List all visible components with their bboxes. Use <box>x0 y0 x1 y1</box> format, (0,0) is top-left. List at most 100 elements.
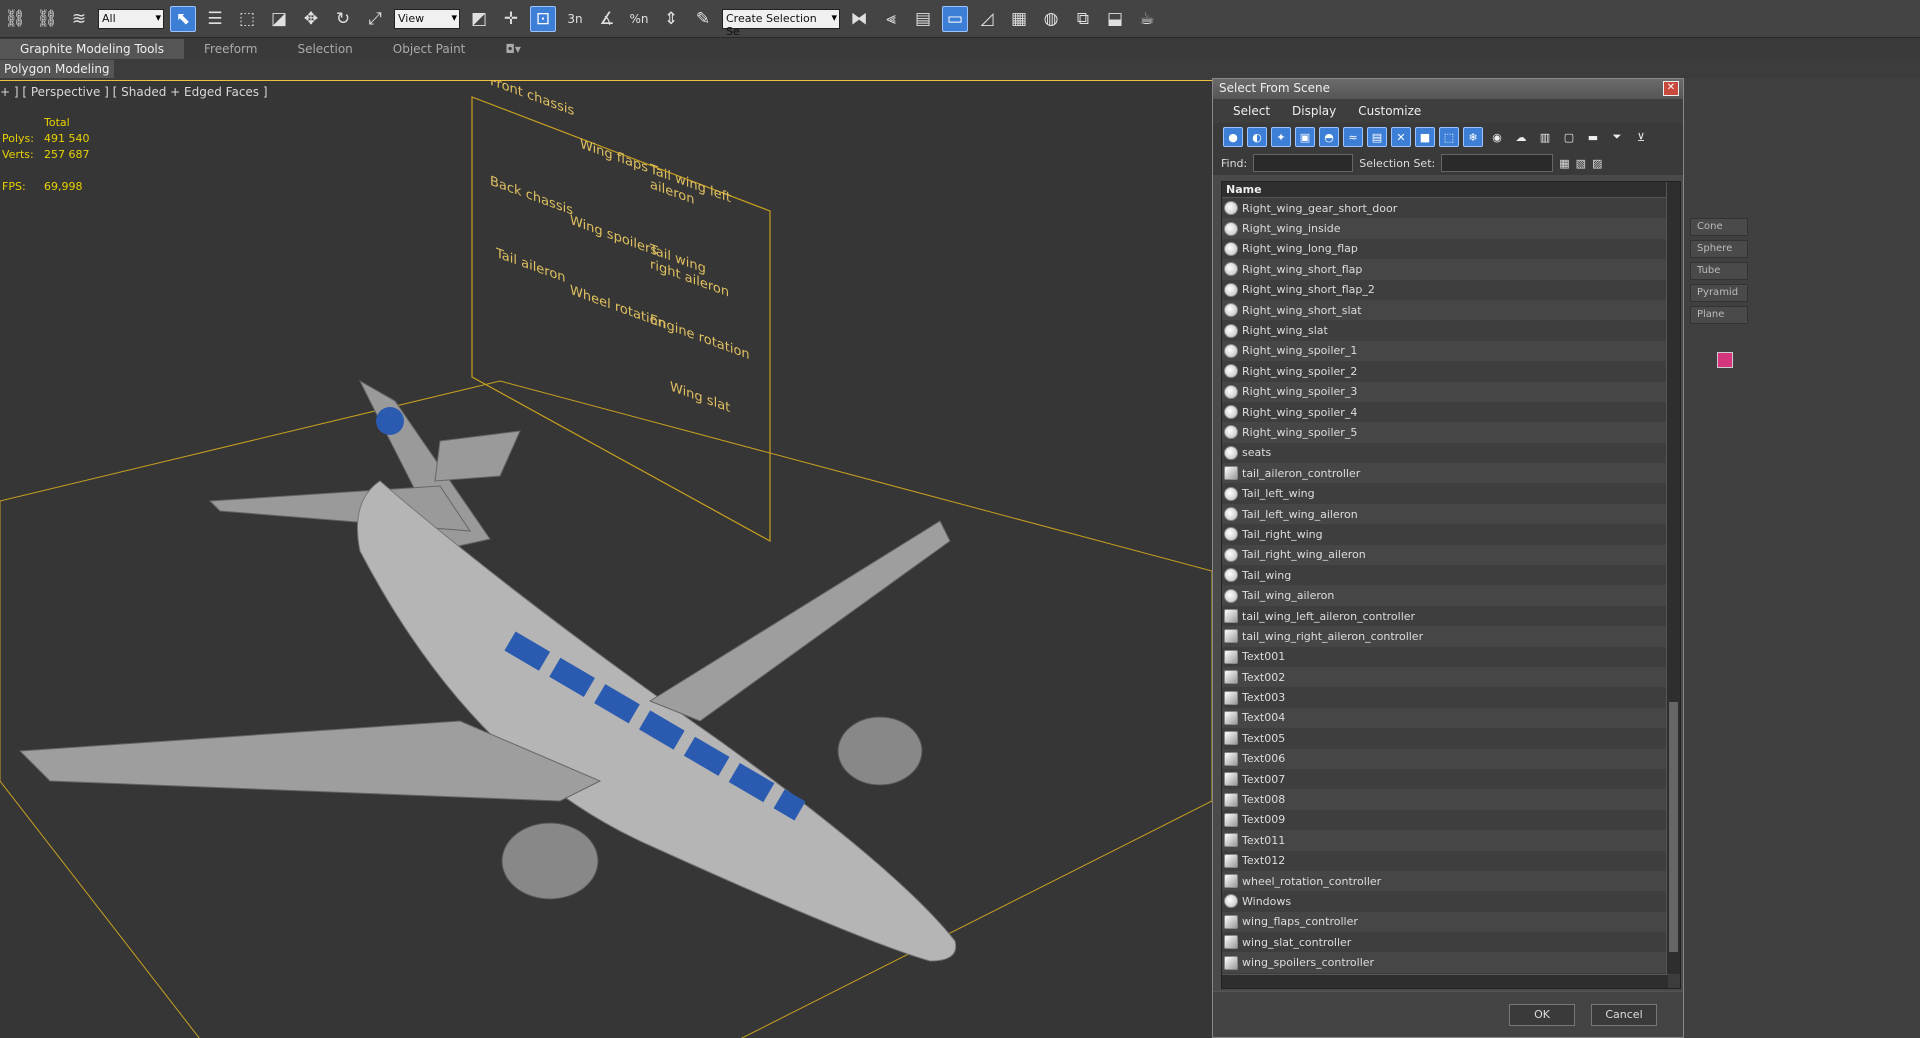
list-item[interactable]: Right_wing_short_flap_2 <box>1222 279 1680 300</box>
angle-snap-icon[interactable]: ∡ <box>594 6 620 32</box>
dialog-title-bar[interactable]: Select From Scene ✕ <box>1213 79 1683 99</box>
ribbon-options-icon[interactable]: ◘▾ <box>485 39 541 59</box>
rotate-icon[interactable]: ↻ <box>330 6 356 32</box>
display-none-icon[interactable]: ▥ <box>1535 127 1555 147</box>
percent-snap-icon[interactable]: %n <box>626 6 652 32</box>
material-editor-icon[interactable]: ◍ <box>1038 6 1064 32</box>
list-item[interactable]: Text012 <box>1222 850 1680 871</box>
create-tube-button[interactable]: Tube <box>1690 262 1748 280</box>
render-production-icon[interactable]: ☕ <box>1134 6 1160 32</box>
graphite-toggle-icon[interactable]: ▭ <box>942 5 968 32</box>
display-all-icon[interactable]: ☁ <box>1511 127 1531 147</box>
display-geometry-icon[interactable]: ● <box>1223 127 1243 147</box>
horizontal-scrollbar[interactable] <box>1222 974 1668 988</box>
move-icon[interactable]: ✥ <box>298 6 324 32</box>
list-item[interactable]: Text005 <box>1222 728 1680 749</box>
display-cameras-icon[interactable]: ▣ <box>1295 127 1315 147</box>
list-item[interactable]: Windows <box>1222 891 1680 912</box>
select-object-icon[interactable]: ⬉ <box>170 5 196 32</box>
rectangular-selection-icon[interactable]: ⬚ <box>234 6 260 32</box>
list-item[interactable]: wing_flaps_controller <box>1222 911 1680 933</box>
tab-graphite-modeling-tools[interactable]: Graphite Modeling Tools <box>0 39 185 59</box>
create-pyramid-button[interactable]: Pyramid <box>1690 284 1748 302</box>
window-crossing-icon[interactable]: ◪ <box>266 6 292 32</box>
display-helpers-icon[interactable]: ◓ <box>1319 127 1339 147</box>
selection-set-select[interactable] <box>1441 154 1554 172</box>
layer-manager-icon[interactable]: ▤ <box>910 6 936 32</box>
tab-freeform[interactable]: Freeform <box>184 39 277 59</box>
create-plane-button[interactable]: Plane <box>1690 306 1748 324</box>
mirror-icon[interactable]: ⧓ <box>846 6 872 32</box>
display-spacewarps-icon[interactable]: ≈ <box>1343 127 1363 147</box>
align-icon[interactable]: ⫷ <box>878 6 904 32</box>
list-item[interactable]: Right_wing_spoiler_4 <box>1222 401 1680 423</box>
selection-filter-select[interactable]: All <box>98 8 164 29</box>
unlink-icon[interactable]: ⛓ <box>34 6 60 32</box>
list-item[interactable]: Tail_right_wing <box>1222 524 1680 545</box>
selection-set-edit-icon[interactable]: ▨ <box>1592 157 1602 170</box>
list-item[interactable]: Text001 <box>1222 646 1680 667</box>
list-item[interactable]: Right_wing_slat <box>1222 320 1680 341</box>
find-input[interactable] <box>1253 154 1354 172</box>
list-item[interactable]: Right_wing_inside <box>1222 218 1680 239</box>
cancel-button[interactable]: Cancel <box>1591 1004 1657 1026</box>
list-item[interactable]: Tail_wing_aileron <box>1222 585 1680 606</box>
link-icon[interactable]: ⛓ <box>2 6 28 32</box>
list-item[interactable]: Right_wing_gear_short_door <box>1222 198 1680 219</box>
tab-object-paint[interactable]: Object Paint <box>373 39 486 59</box>
object-color-swatch[interactable] <box>1717 352 1733 368</box>
scrollbar-thumb[interactable] <box>1669 702 1678 952</box>
perspective-viewport[interactable]: Front chassis Wing flaps Tail wing left … <box>0 80 1212 1038</box>
viewport-label[interactable]: + ] [ Perspective ] [ Shaded + Edged Fac… <box>0 85 268 99</box>
list-item[interactable]: Right_wing_short_flap <box>1222 259 1680 280</box>
close-icon[interactable]: ✕ <box>1663 81 1679 96</box>
list-item[interactable]: Right_wing_spoiler_3 <box>1222 381 1680 402</box>
list-item[interactable]: Text008 <box>1222 789 1680 810</box>
selection-set-add-icon[interactable]: ▦ <box>1559 157 1569 170</box>
list-item[interactable]: Text003 <box>1222 687 1680 708</box>
scene-object-list[interactable]: Name Right_wing_gear_short_door Right_win… <box>1221 181 1681 989</box>
create-sphere-button[interactable]: Sphere <box>1690 240 1748 258</box>
menu-select[interactable]: Select <box>1233 104 1270 118</box>
tab-selection[interactable]: Selection <box>277 39 372 59</box>
render-setup-icon[interactable]: ⧉ <box>1070 6 1096 32</box>
display-frozen-icon[interactable]: ❄ <box>1463 127 1483 147</box>
list-item[interactable]: Right_wing_spoiler_1 <box>1222 340 1680 362</box>
selection-set-remove-icon[interactable]: ▧ <box>1576 157 1586 170</box>
select-manipulate-icon[interactable]: ✛ <box>498 6 524 32</box>
curve-editor-icon[interactable]: ◿ <box>974 6 1000 32</box>
display-shapes-icon[interactable]: ◐ <box>1247 127 1267 147</box>
list-item[interactable]: Text006 <box>1222 748 1680 769</box>
menu-display[interactable]: Display <box>1292 104 1336 118</box>
list-item[interactable]: Tail_left_wing_aileron <box>1222 503 1680 525</box>
list-item[interactable]: Tail_wing <box>1222 565 1680 586</box>
reference-coordinate-select[interactable]: View <box>394 8 460 29</box>
list-item[interactable]: Right_wing_long_flap <box>1222 238 1680 260</box>
list-item[interactable]: wheel_rotation_controller <box>1222 870 1680 892</box>
vertical-scrollbar[interactable] <box>1666 182 1680 974</box>
ok-button[interactable]: OK <box>1509 1004 1575 1026</box>
display-groups-icon[interactable]: ▤ <box>1367 127 1387 147</box>
list-item[interactable]: tail_wing_left_aileron_controller <box>1222 605 1680 627</box>
list-item[interactable]: Right_wing_spoiler_2 <box>1222 361 1680 382</box>
list-item[interactable]: Right_wing_short_slat <box>1222 299 1680 321</box>
scale-icon[interactable]: ⤢ <box>362 6 388 32</box>
list-item[interactable]: tail_wing_right_aileron_controller <box>1222 626 1680 647</box>
list-item[interactable]: wing_slat_controller <box>1222 932 1680 953</box>
filter-options-icon[interactable]: ⊻ <box>1631 127 1651 147</box>
edit-named-selection-icon[interactable]: ✎ <box>690 6 716 32</box>
named-selection-select[interactable]: Create Selection Se <box>722 8 840 38</box>
display-xrefs-icon[interactable]: ✕ <box>1391 127 1411 147</box>
list-item[interactable]: tail_aileron_controller <box>1222 463 1680 484</box>
list-item[interactable]: Text007 <box>1222 768 1680 790</box>
list-item[interactable]: Text009 <box>1222 809 1680 831</box>
list-item[interactable]: seats <box>1222 442 1680 464</box>
display-invert-icon[interactable]: ▢ <box>1559 127 1579 147</box>
list-item[interactable]: Text002 <box>1222 666 1680 688</box>
select-all-icon[interactable]: ▬ <box>1583 127 1603 147</box>
list-item[interactable]: wing_spoilers_controller <box>1222 952 1680 973</box>
display-containers-icon[interactable]: ⬚ <box>1439 127 1459 147</box>
pivot-center-icon[interactable]: ◩ <box>466 6 492 32</box>
list-item[interactable]: Text011 <box>1222 830 1680 851</box>
bind-spacewarp-icon[interactable]: ≋ <box>66 6 92 32</box>
